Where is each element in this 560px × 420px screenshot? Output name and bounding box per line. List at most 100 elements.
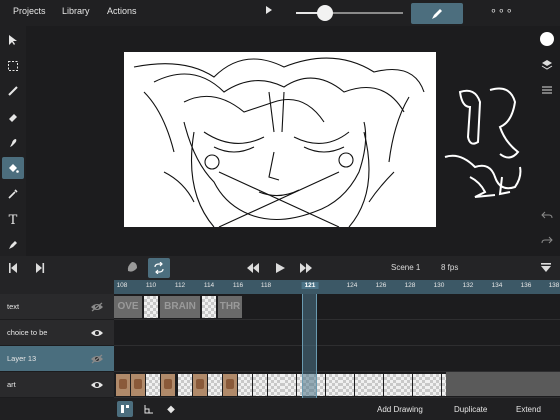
pen-nib-icon — [432, 9, 442, 19]
menu-actions[interactable]: Actions — [107, 6, 137, 16]
drawing-frame[interactable] — [193, 374, 207, 396]
frame-tick: 116 — [232, 282, 244, 289]
path-mode-icon[interactable] — [141, 401, 157, 417]
frame-tick: 134 — [491, 282, 503, 289]
play-icon[interactable] — [266, 6, 272, 14]
fill-tool-icon[interactable] — [2, 157, 24, 179]
next-frame-icon[interactable] — [33, 261, 45, 279]
collapse-timeline-icon[interactable] — [540, 261, 552, 279]
layer-name: choice to be — [7, 328, 48, 337]
drawing-frame[interactable] — [238, 374, 252, 396]
drawing-frame[interactable] — [161, 374, 175, 396]
loop-button[interactable] — [148, 258, 170, 278]
frame-tick: 114 — [203, 282, 215, 289]
text-frame[interactable]: OVE — [114, 296, 142, 318]
rewind-icon[interactable] — [246, 261, 260, 279]
brush-size-slider-thumb[interactable] — [317, 5, 333, 21]
layer-row[interactable]: choice to be — [0, 320, 114, 346]
drawing-frame[interactable] — [383, 374, 398, 396]
layer-list: text choice to be Layer 13 art — [0, 294, 114, 398]
marquee-tool-icon[interactable] — [2, 55, 24, 77]
frame-tick: 118 — [260, 282, 272, 289]
text-tool-icon[interactable]: T — [2, 209, 24, 231]
drawing-frame[interactable] — [253, 374, 267, 396]
text-frame[interactable]: THR — [218, 296, 242, 318]
layer-row[interactable]: Layer 13 — [0, 346, 114, 372]
frame-tick: 112 — [174, 282, 186, 289]
fps-label[interactable]: 8 fps — [441, 263, 458, 272]
drawing-frame[interactable] — [354, 374, 369, 396]
drawing-frame[interactable] — [398, 374, 412, 396]
drawing-frame[interactable] — [369, 374, 383, 396]
fast-forward-icon[interactable] — [299, 261, 313, 279]
onion-skin-doodle — [444, 87, 522, 198]
eye-hidden-icon[interactable] — [90, 302, 104, 312]
frame-tick: 124 — [346, 282, 358, 289]
frame-tick: 110 — [145, 282, 157, 289]
frame-tick: 138 — [548, 282, 560, 289]
eye-icon[interactable] — [90, 328, 104, 338]
add-drawing-button[interactable]: Add Drawing — [377, 405, 423, 414]
play-button[interactable] — [274, 261, 286, 279]
more-options-icon[interactable]: ∘∘∘ — [490, 4, 514, 17]
frame-tick: 130 — [433, 282, 445, 289]
art-extended-frames[interactable] — [446, 372, 560, 396]
undo-icon[interactable] — [536, 205, 558, 225]
layer-row[interactable]: art — [0, 372, 114, 398]
layer-name: text — [7, 302, 20, 311]
layer-track[interactable] — [114, 320, 560, 346]
drawing-frame[interactable] — [131, 374, 145, 396]
frame-mode-icon[interactable] — [117, 401, 133, 417]
empty-frame[interactable] — [144, 296, 158, 318]
eyedropper-tool-icon[interactable] — [2, 183, 24, 205]
drawing-frame[interactable] — [427, 374, 441, 396]
drawing-frame[interactable] — [223, 374, 237, 396]
smudge-tool-icon[interactable] — [2, 132, 24, 154]
eye-icon[interactable] — [90, 380, 104, 390]
drawing-frame[interactable] — [208, 374, 222, 396]
select-tool-icon[interactable] — [2, 29, 24, 51]
layer-name: art — [7, 380, 16, 389]
layer-track[interactable] — [114, 346, 560, 372]
drawing-canvas[interactable] — [124, 52, 436, 227]
frame-tick: 121 — [301, 282, 319, 289]
drawing-frame[interactable] — [325, 374, 340, 396]
brush-tool-icon[interactable] — [2, 80, 24, 102]
layer-name: Layer 13 — [7, 354, 37, 363]
duplicate-button[interactable]: Duplicate — [454, 405, 487, 414]
pen-tool-icon[interactable] — [2, 234, 24, 256]
loop-icon — [154, 262, 164, 274]
brush-settings-button[interactable] — [411, 3, 463, 24]
eraser-tool-icon[interactable] — [2, 106, 24, 128]
layer-row[interactable]: text — [0, 294, 114, 320]
redo-icon[interactable] — [536, 230, 558, 250]
drawing-frame[interactable] — [116, 374, 130, 396]
onion-skin-icon[interactable] — [125, 260, 139, 279]
eye-hidden-icon[interactable] — [90, 354, 104, 364]
color-swatch[interactable] — [536, 29, 558, 49]
menu-projects[interactable]: Projects — [13, 6, 46, 16]
sketch-drawing — [133, 57, 425, 227]
scene-label[interactable]: Scene 1 — [391, 263, 420, 272]
frame-ruler[interactable]: 108 110 112 114 116 118 121 124 126 128 130 132 134 1… — [114, 280, 560, 294]
extend-button[interactable]: Extend — [516, 405, 541, 414]
frame-tick: 132 — [462, 282, 474, 289]
frame-tick: 126 — [375, 282, 387, 289]
keyframe-icon[interactable]: ◆ — [163, 401, 179, 417]
drawing-frame[interactable] — [412, 374, 427, 396]
empty-frame[interactable] — [202, 296, 216, 318]
drawing-frame[interactable] — [267, 374, 282, 396]
frame-tick: 108 — [116, 282, 128, 289]
adjust-icon[interactable] — [536, 80, 558, 100]
prev-frame-icon[interactable] — [8, 261, 20, 279]
text-frame[interactable]: BRAIN — [160, 296, 200, 318]
drawing-frame[interactable] — [340, 374, 354, 396]
drawing-frame[interactable] — [282, 374, 296, 396]
drawing-frame[interactable] — [146, 374, 160, 396]
menu-library[interactable]: Library — [62, 6, 90, 16]
drawing-frame[interactable] — [178, 374, 192, 396]
playhead[interactable] — [302, 294, 317, 398]
brush-size-slider[interactable] — [296, 12, 403, 14]
layers-icon[interactable] — [536, 55, 558, 75]
layer-track[interactable]: OVE BRAIN THR — [114, 294, 560, 320]
